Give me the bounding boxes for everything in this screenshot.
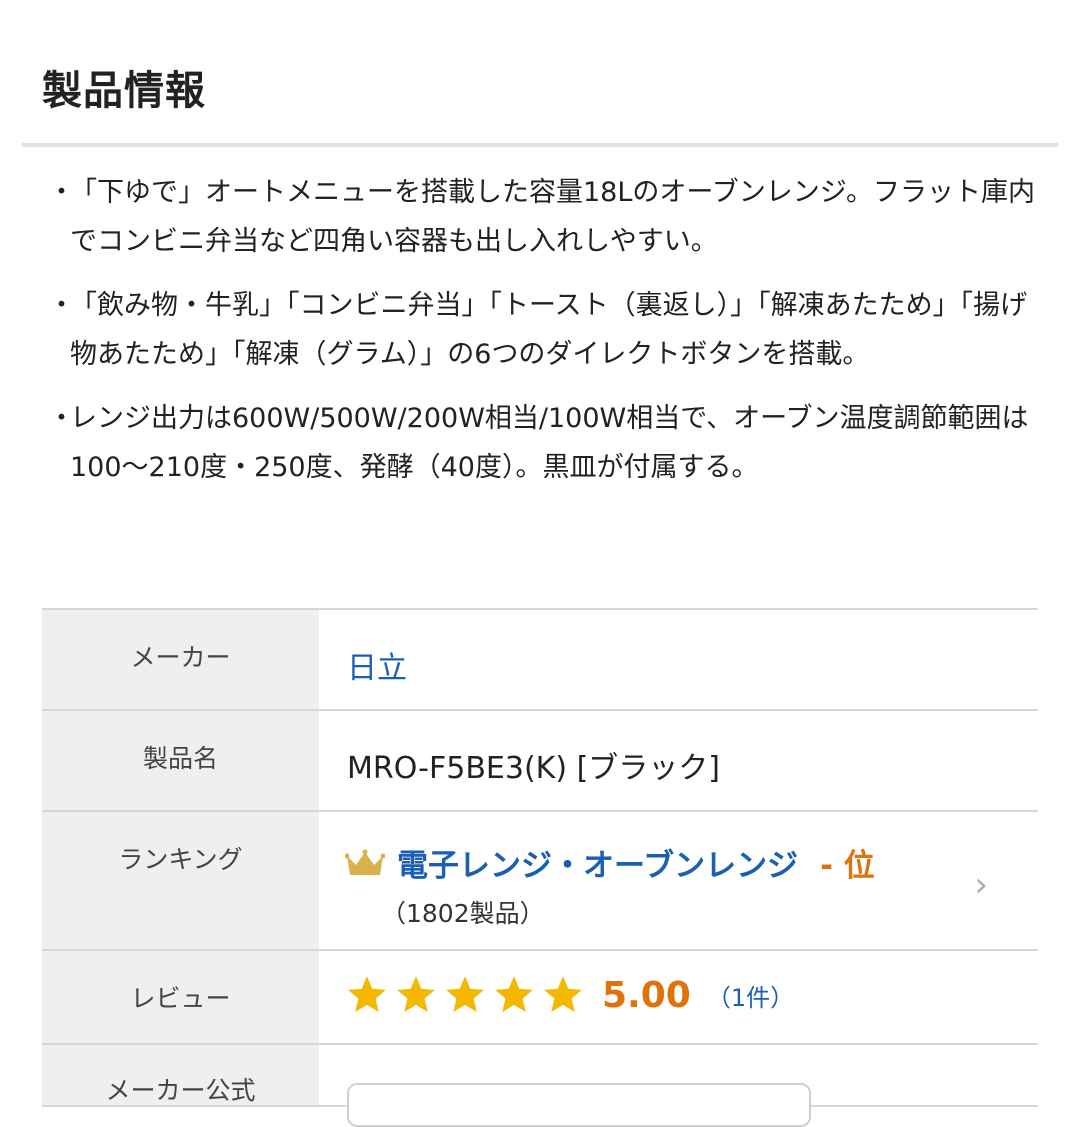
feature-text: 「飲み物・牛乳」「コンビニ弁当」「トースト（裏返し）」「解凍あたため」「揚げ物あ… [70,290,1028,370]
bullet-dot: ・ [48,403,75,434]
star-icon [446,976,484,1013]
feature-item: ・ 「飲み物・牛乳」「コンビニ弁当」「トースト（裏返し）」「解凍あたため」「揚げ… [48,281,1038,379]
bullet-dot: ・ [48,177,75,208]
title-divider [22,143,1058,147]
feature-list: ・ 「下ゆで」オートメニューを搭載した容量18Lのオーブンレンジ。フラット庫内で… [48,168,1038,507]
chevron-right-icon[interactable]: › [974,865,988,905]
spec-row-official: メーカー公式 [42,1045,1038,1127]
star-icon [397,976,435,1013]
ranking-line: 電子レンジ・オーブンレンジ - 位 [345,840,875,885]
spec-value: 日立 [319,610,1038,709]
ranking-category-link[interactable]: 電子レンジ・オーブンレンジ [397,840,798,885]
crown-icon [345,849,385,875]
section-title: 製品情報 [42,68,206,114]
ranking-product-count: （1802製品） [381,899,545,928]
product-name: MRO-F5BE3(K) [ブラック] [347,751,720,786]
spec-label: ランキング [42,812,319,949]
ranking-position: - 位 [820,848,875,884]
feature-item: ・ 「下ゆで」オートメニューを搭載した容量18Lのオーブンレンジ。フラット庫内で… [48,168,1038,266]
spec-row-ranking[interactable]: ランキング 電子レンジ・オーブンレンジ - 位 （1802製品） › [42,812,1038,951]
spec-label: レビュー [42,951,319,1043]
star-icon [495,976,533,1013]
spec-row-product: 製品名 MRO-F5BE3(K) [ブラック] [42,711,1038,812]
spec-label: 製品名 [42,711,319,810]
spec-table: メーカー 日立 製品名 MRO-F5BE3(K) [ブラック] ランキング 電子… [42,608,1038,1127]
review-count-link[interactable]: （1件） [707,978,794,1013]
spec-label: メーカー公式 [42,1045,319,1105]
star-icon [348,976,386,1013]
maker-link[interactable]: 日立 [347,643,407,687]
feature-text: 「下ゆで」オートメニューを搭載した容量18Lのオーブンレンジ。フラット庫内でコン… [70,177,1035,257]
spec-value: 電子レンジ・オーブンレンジ - 位 （1802製品） › [319,812,1038,949]
spec-value: MRO-F5BE3(K) [ブラック] [319,711,1038,810]
feature-item: ・ レンジ出力は600W/500W/200W相当/100W相当で、オーブン温度調… [48,394,1038,492]
star-rating [345,973,590,1017]
product-info-page: 製品情報 ・ 「下ゆで」オートメニューを搭載した容量18Lのオーブンレンジ。フラ… [0,0,1080,1127]
bullet-dot: ・ [48,290,75,321]
spec-value: 5.00 （1件） [319,951,1038,1043]
review-line: 5.00 （1件） [345,973,794,1017]
spec-label: メーカー [42,610,319,709]
spec-row-maker: メーカー 日立 [42,610,1038,711]
star-icon [544,976,582,1013]
feature-text: レンジ出力は600W/500W/200W相当/100W相当で、オーブン温度調節範… [70,403,1029,483]
review-score: 5.00 [602,974,691,1016]
spec-value [319,1045,1038,1127]
spec-row-review: レビュー 5.00 （1件） [42,951,1038,1045]
official-site-button[interactable] [347,1083,811,1127]
